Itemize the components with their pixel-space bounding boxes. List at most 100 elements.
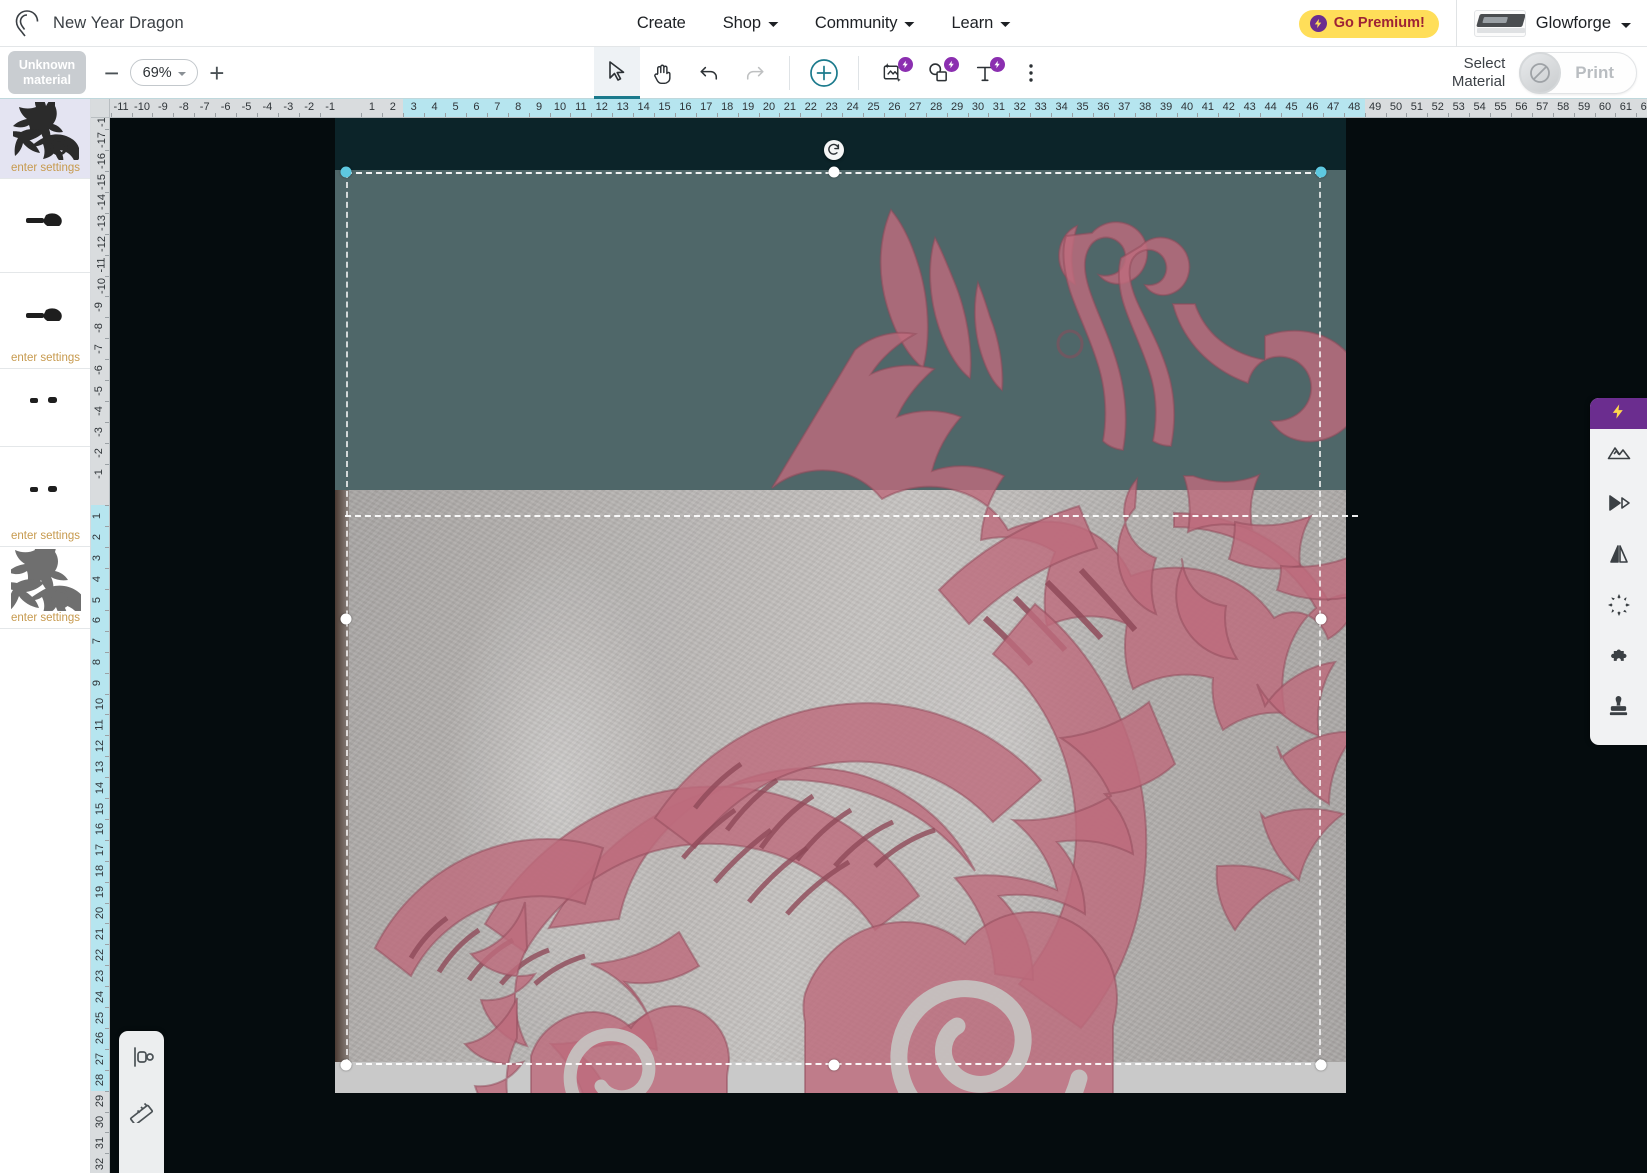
layer-small-shape-2[interactable]: enter settings — [0, 273, 91, 369]
select-tool[interactable] — [594, 47, 640, 99]
ruler-tick — [111, 113, 112, 117]
image-adjust-button[interactable] — [1590, 429, 1647, 480]
measure-tool[interactable] — [127, 1097, 157, 1127]
ruler-tick — [132, 113, 133, 117]
ruler-tick — [105, 443, 109, 444]
layer-settings-link[interactable]: enter settings — [11, 162, 80, 178]
ruler-tick — [105, 317, 109, 318]
ruler-tick — [696, 113, 697, 117]
ruler-tick — [105, 986, 109, 987]
shapes-tool[interactable] — [916, 47, 962, 99]
chevron-down-icon — [904, 22, 914, 27]
outline-button[interactable] — [1590, 582, 1647, 633]
redo-button[interactable] — [732, 47, 778, 99]
ruler-tick — [105, 296, 109, 297]
ruler-tick — [1218, 113, 1219, 117]
unknown-material-button[interactable]: Unknown material — [8, 51, 86, 94]
flip-horizontal-button[interactable] — [1590, 480, 1647, 531]
puzzle-button[interactable] — [1590, 633, 1647, 684]
ruler-tick — [550, 113, 551, 117]
nav-item-learn[interactable]: Learn — [951, 14, 1010, 33]
ruler-tick-label: 16 — [679, 101, 691, 113]
ruler-tick-label: -8 — [93, 323, 105, 333]
ruler-tick — [1511, 113, 1512, 117]
layers-sidebar[interactable]: enter settingsenter settingsenter settin… — [0, 99, 91, 1173]
undo-arrow-icon — [698, 63, 720, 83]
layer-settings-link[interactable]: enter settings — [11, 530, 80, 546]
ruler-tick — [968, 113, 969, 117]
ruler-tick-label: 4 — [432, 101, 438, 113]
stamp-icon — [1607, 696, 1630, 724]
layer-dragon-gray[interactable]: enter settings — [0, 547, 91, 629]
nav-label: Shop — [723, 14, 761, 33]
layer-settings-link[interactable]: enter settings — [11, 352, 80, 368]
ruler-tick — [105, 505, 109, 506]
add-artwork-button[interactable] — [801, 47, 847, 99]
ruler-tick — [105, 882, 109, 883]
layer-small-shape-4[interactable]: enter settings — [0, 447, 91, 547]
nav-item-shop[interactable]: Shop — [723, 14, 778, 33]
ruler-tick — [105, 965, 109, 966]
more-options-button[interactable] — [1008, 47, 1054, 99]
glowforge-logo-icon[interactable] — [14, 9, 40, 37]
flip-horizontal-icon — [1607, 493, 1631, 518]
premium-panel-header[interactable] — [1590, 398, 1647, 429]
ruler-tick-label: 31 — [993, 101, 1005, 113]
ruler-tick-label: 48 — [1348, 101, 1360, 113]
bed-front-rail — [335, 1062, 1346, 1093]
puzzle-piece-icon — [1607, 645, 1630, 673]
ruler-tick-label: -3 — [283, 101, 293, 113]
ruler-tick — [1615, 113, 1616, 117]
ruler-tick-label: 7 — [494, 101, 500, 113]
ruler-tick-label: 58 — [1557, 101, 1569, 113]
ruler-tick-label: -3 — [93, 427, 105, 437]
material-label-line1: Unknown — [19, 58, 75, 73]
ruler-tick-label: 53 — [1453, 101, 1465, 113]
ruler-tick-label: 11 — [575, 101, 586, 113]
ruler-tick-label: 10 — [554, 101, 566, 113]
print-button[interactable]: Print — [1519, 52, 1637, 94]
align-tool[interactable] — [127, 1044, 157, 1074]
machine-selector[interactable]: Glowforge — [1456, 0, 1647, 47]
ruler-tick — [105, 652, 109, 653]
ruler-tick-label: 26 — [888, 101, 900, 113]
ruler-tick — [529, 113, 530, 117]
design-canvas[interactable] — [110, 118, 1647, 1173]
ruler-tick — [105, 568, 109, 569]
go-premium-button[interactable]: Go Premium! — [1299, 10, 1439, 38]
vertical-ruler[interactable]: -18-17-16-15-14-13-12-11-10-9-8-7-6-5-4-… — [91, 118, 110, 1173]
ruler-tick-label: 9 — [536, 101, 542, 113]
stamp-button[interactable] — [1590, 684, 1647, 735]
ruler-tick-label: -2 — [304, 101, 314, 113]
zoom-level-select[interactable]: 69% — [130, 59, 198, 86]
ruler-tick-label: 8 — [515, 101, 521, 113]
flip-vertical-button[interactable] — [1590, 531, 1647, 582]
material-label-line2: material — [23, 73, 71, 88]
nav-label: Learn — [951, 14, 993, 33]
zoom-controls: − 69% + — [104, 59, 224, 86]
layer-dragon-full[interactable]: enter settings — [0, 99, 91, 179]
zoom-out-button[interactable]: − — [104, 64, 119, 82]
ruler-tick — [105, 380, 109, 381]
ruler-tick-label: 26 — [94, 1032, 106, 1044]
premium-badge-icon — [898, 57, 913, 72]
ruler-tick-label: 24 — [846, 101, 858, 113]
undo-button[interactable] — [686, 47, 732, 99]
toolbar-divider — [789, 56, 790, 90]
ruler-tick — [105, 464, 109, 465]
ruler-tick-label: 41 — [1202, 101, 1214, 113]
ruler-tick-label: 9 — [91, 680, 103, 686]
horizontal-ruler[interactable]: -12-11-10-9-8-7-6-5-4-3-2-11234567891011… — [110, 99, 1647, 118]
text-tool[interactable] — [962, 47, 1008, 99]
magic-canvas-tool[interactable] — [870, 47, 916, 99]
layer-small-shape-3[interactable]: enter settings — [0, 369, 91, 447]
ruler-tick-label: -1 — [325, 101, 335, 113]
layer-settings-link[interactable]: enter settings — [11, 612, 80, 628]
nav-item-community[interactable]: Community — [815, 14, 915, 33]
nav-item-create[interactable]: Create — [637, 14, 686, 33]
print-bed — [335, 118, 1346, 1093]
layer-small-shape-1[interactable]: enter settings — [0, 179, 91, 273]
zoom-in-button[interactable]: + — [209, 64, 224, 82]
document-title[interactable]: New Year Dragon — [53, 14, 184, 33]
pan-tool[interactable] — [640, 47, 686, 99]
